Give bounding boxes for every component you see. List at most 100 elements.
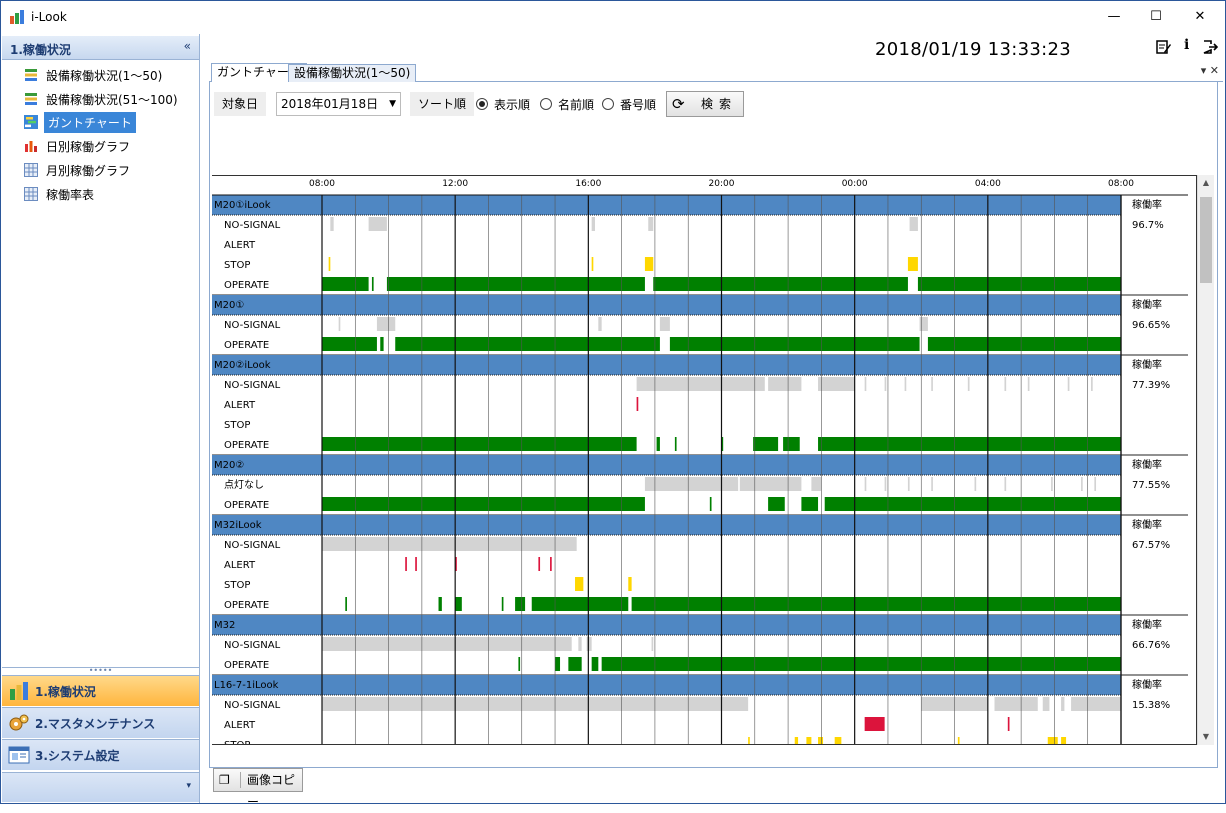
date-value: 2018年01月18日: [281, 97, 379, 111]
rate-label: 稼働率: [1132, 198, 1162, 211]
sidebar-item-label: ガントチャート: [44, 111, 136, 133]
state-row-label: OPERATE: [224, 500, 269, 511]
configure-buttons-chevron-icon[interactable]: ▾: [186, 781, 191, 791]
splitter-grip[interactable]: •••••: [2, 667, 199, 675]
scroll-down-icon[interactable]: ▼: [1198, 729, 1214, 745]
search-button[interactable]: ⟳ 検索: [666, 91, 744, 117]
copy-image-button[interactable]: ❐ 画像コピー: [213, 768, 303, 809]
state-segment: [601, 657, 1121, 671]
state-segment: [748, 737, 750, 745]
state-segment: [438, 597, 442, 611]
state-segment: [575, 577, 584, 591]
state-row-label: STOP: [224, 420, 250, 431]
tab-controls[interactable]: ▾ ✕: [1201, 64, 1219, 77]
state-segment: [904, 377, 907, 391]
close-button[interactable]: ✕: [1177, 1, 1223, 33]
tab-strip: ガントチャート 設備稼働状況(1～50) ▾ ✕: [209, 62, 1223, 82]
state-segment: [811, 477, 822, 491]
sort-option-label: 番号順: [620, 97, 657, 112]
edit-note-icon[interactable]: [1155, 39, 1171, 55]
nav-label: 1.稼働状況: [35, 684, 96, 699]
radio-selected[interactable]: [476, 98, 488, 110]
state-segment: [1004, 377, 1007, 391]
state-segment: [907, 477, 910, 491]
sort-option-label: 名前順: [558, 97, 595, 112]
state-segment: [555, 657, 561, 671]
sidebar-item-operation-rate-table[interactable]: 稼働率表: [24, 184, 96, 204]
date-picker[interactable]: 2018年01月18日 ▼: [276, 92, 401, 116]
sidebar-item-gantt-chart[interactable]: ガントチャート: [24, 111, 136, 133]
machine-name: L16-7-1iLook: [214, 680, 279, 691]
copy-icon: ❐: [219, 773, 230, 787]
sidebar-item-monthly-graph[interactable]: 月別稼働グラフ: [24, 160, 132, 180]
scroll-up-icon[interactable]: ▲: [1198, 175, 1214, 191]
app-logo-icon: [10, 10, 24, 24]
state-row-label: NO-SIGNAL: [224, 540, 281, 551]
rate-label: 稼働率: [1132, 298, 1162, 311]
vertical-scrollbar[interactable]: ▲ ▼: [1197, 175, 1214, 745]
nav-operation-status[interactable]: 1.稼働状況: [2, 675, 199, 706]
state-segment: [753, 437, 779, 451]
state-segment: [648, 217, 654, 231]
state-segment: [631, 597, 1121, 611]
radio-unselected[interactable]: [602, 98, 614, 110]
sidebar-item-daily-graph[interactable]: 日別稼働グラフ: [24, 136, 132, 156]
machine-header-band: [212, 195, 1121, 215]
state-segment: [376, 317, 396, 331]
state-segment: [834, 737, 842, 745]
rate-value: 67.57%: [1132, 540, 1170, 551]
state-row-label: NO-SIGNAL: [224, 380, 281, 391]
table-grid-icon: [24, 187, 38, 201]
state-segment: [917, 277, 1121, 291]
app-window: i-Look — ☐ ✕ 1.稼働状況 « 設備稼働状況(1～50) 設備稼働状…: [0, 0, 1226, 809]
state-segment: [974, 477, 977, 491]
state-segment: [931, 477, 933, 491]
state-segment: [818, 437, 1121, 451]
sidebar-item-equipment-1-50[interactable]: 設備稼働状況(1～50): [24, 65, 164, 85]
state-row-label: OPERATE: [224, 340, 269, 351]
machine-header-band: [212, 355, 1121, 375]
state-segment: [1081, 477, 1083, 491]
bar-chart-icon: [25, 141, 37, 152]
gantt-chart: 08:00 12:00 16:00 20:00 00:00 04:00 08:00 M20①i…: [212, 175, 1188, 745]
sidebar-item-label: 月別稼働グラフ: [46, 163, 131, 178]
radio-unselected[interactable]: [540, 98, 552, 110]
state-segment: [550, 557, 552, 571]
state-segment: [739, 477, 802, 491]
minimize-button[interactable]: —: [1091, 1, 1137, 33]
state-segment: [709, 497, 712, 511]
scroll-thumb[interactable]: [1200, 197, 1212, 283]
sidebar-item-label: 設備稼働状況(1～50): [46, 68, 163, 83]
sidebar-item-equipment-51-100[interactable]: 設備稼働状況(51～100): [24, 89, 180, 109]
state-row-label: NO-SIGNAL: [224, 640, 281, 651]
state-segment: [405, 557, 407, 571]
info-icon[interactable]: i: [1184, 37, 1189, 53]
rate-label: 稼働率: [1132, 518, 1162, 531]
state-row-label: STOP: [224, 740, 250, 745]
tab-equipment-status[interactable]: 設備稼働状況(1～50): [288, 64, 417, 82]
machine-name: M32iLook: [214, 520, 262, 531]
nav-label: 3.システム設定: [35, 748, 120, 763]
state-row-label: 点灯なし: [224, 479, 264, 491]
state-segment: [328, 257, 331, 271]
state-segment: [322, 497, 645, 511]
nav-system-settings[interactable]: 3.システム設定: [2, 739, 199, 770]
nav-master-maintenance[interactable]: 2.マスタメンテナンス: [2, 707, 199, 738]
logout-icon[interactable]: [1202, 39, 1218, 55]
sidebar-header: 1.稼働状況 «: [2, 36, 199, 60]
sort-radio-name[interactable]: 名前順: [540, 97, 595, 112]
search-button-label: 検索: [701, 97, 738, 111]
state-segment: [644, 257, 654, 271]
sort-radio-display[interactable]: 表示順: [476, 97, 530, 112]
state-segment: [322, 277, 369, 291]
machine-name: M20②: [214, 460, 244, 471]
collapse-sidebar-icon[interactable]: «: [184, 39, 191, 53]
state-segment: [801, 497, 819, 511]
machine-header-band: [212, 515, 1121, 535]
sort-radio-number[interactable]: 番号順: [602, 97, 657, 112]
maximize-button[interactable]: ☐: [1133, 1, 1179, 33]
sidebar-item-label: 稼働率表: [46, 187, 95, 202]
chevron-down-icon[interactable]: ▼: [389, 93, 396, 115]
state-segment: [322, 637, 572, 651]
state-row-label: STOP: [224, 580, 250, 591]
